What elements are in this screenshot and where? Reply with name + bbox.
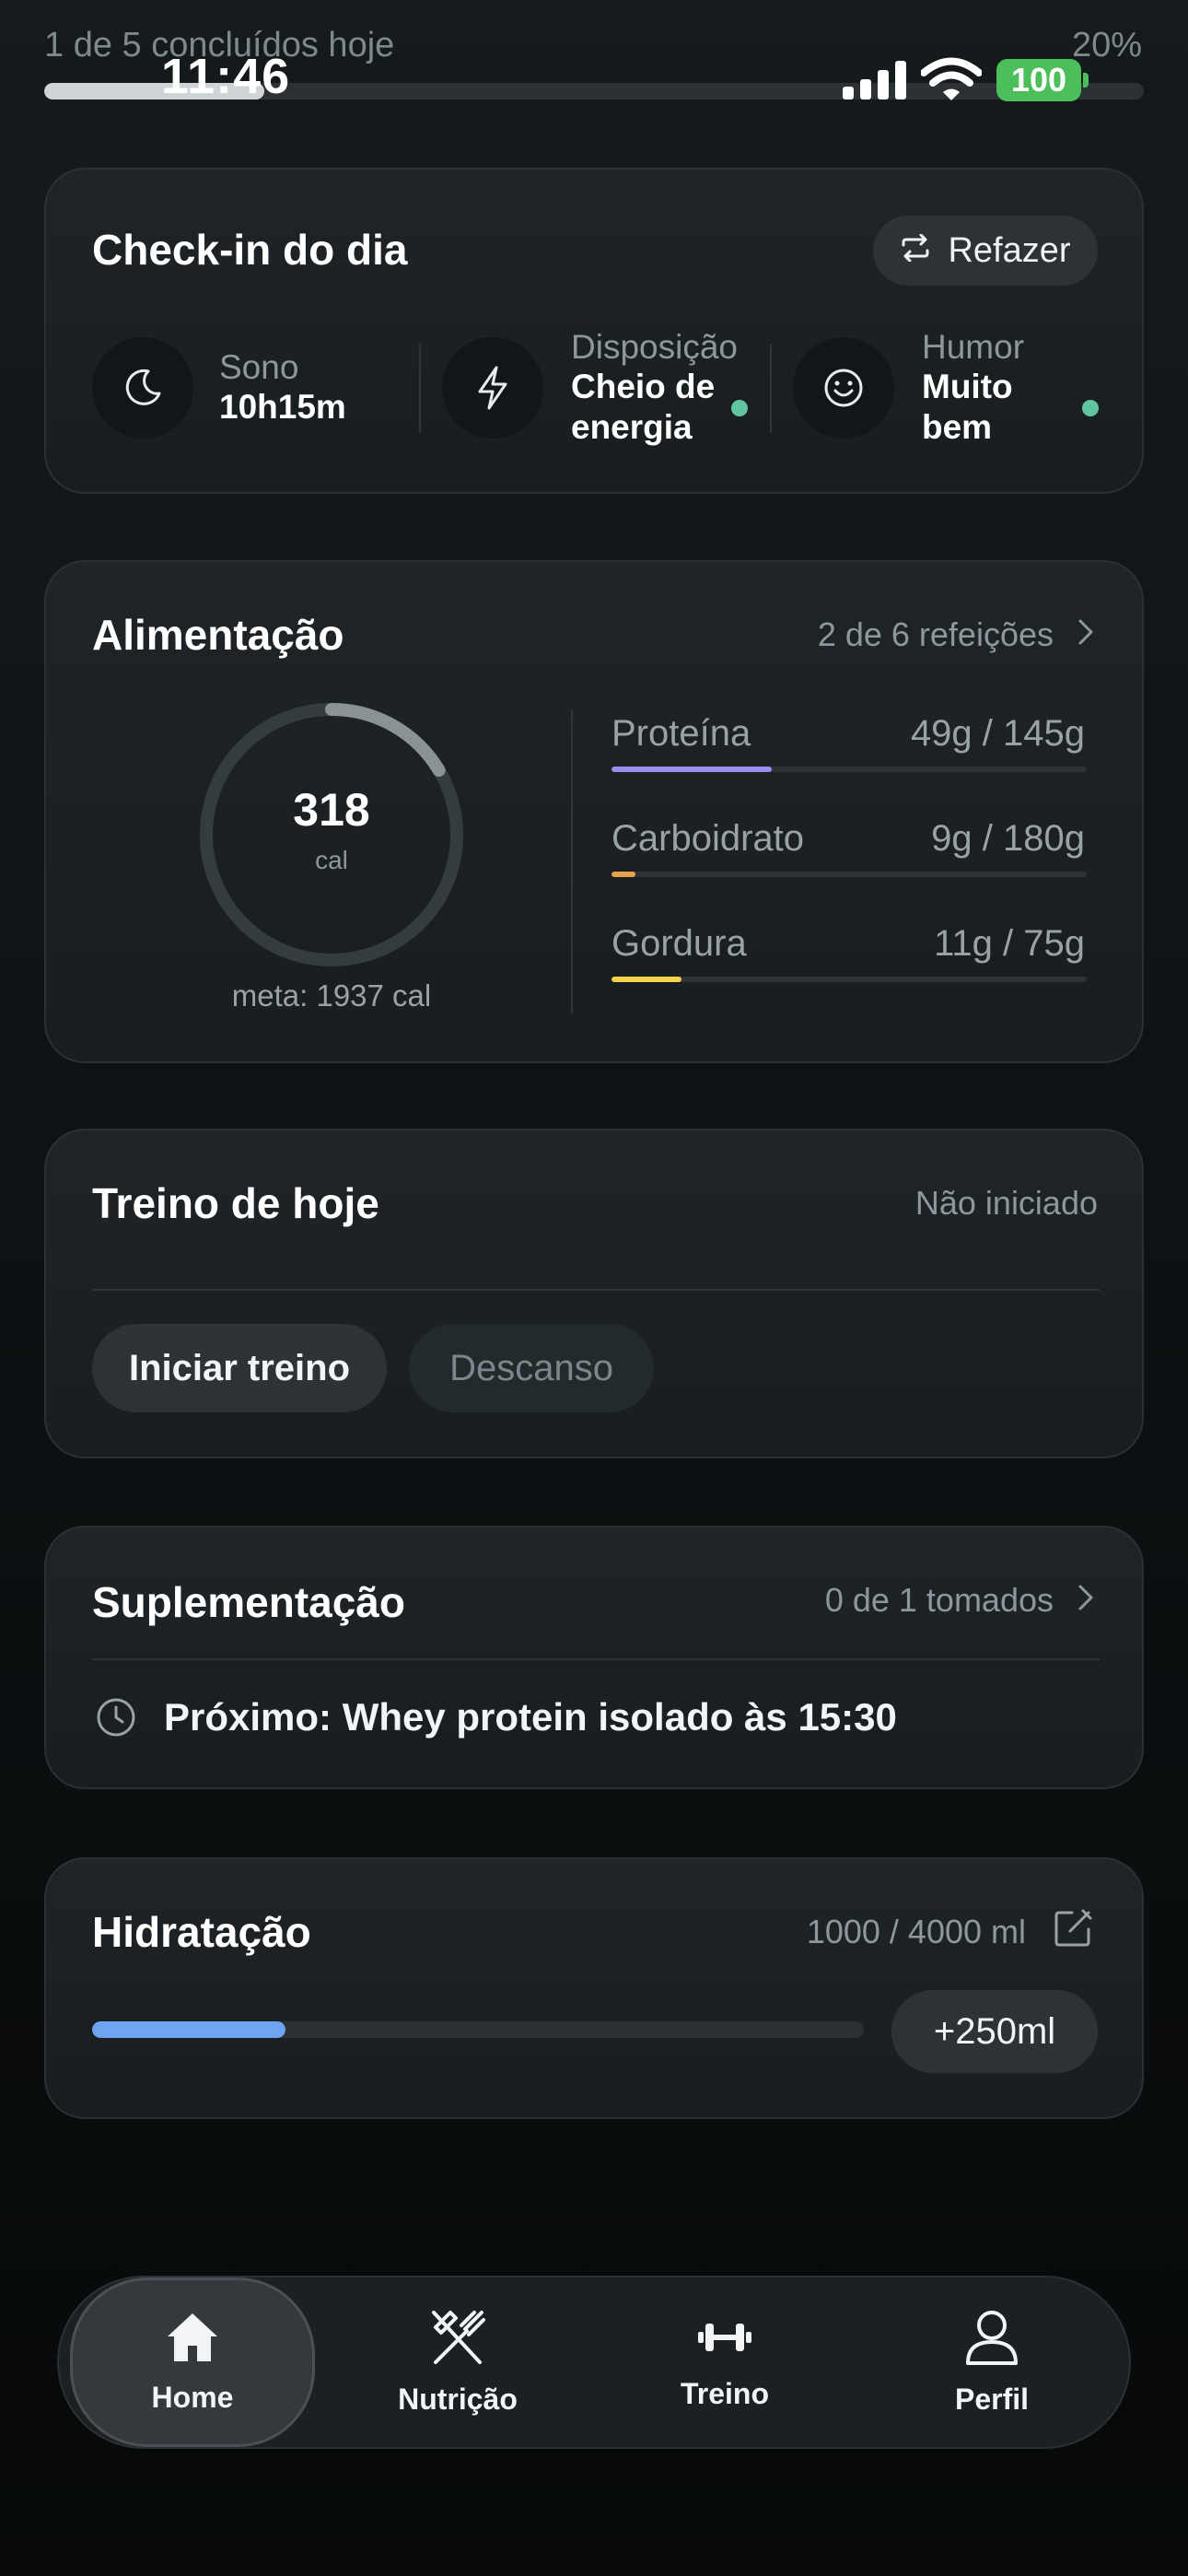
smile-icon bbox=[793, 337, 894, 439]
workout-title: Treino de hoje bbox=[92, 1179, 379, 1227]
macro-protein-value: 49g / 145g bbox=[910, 713, 1085, 754]
nutrition-title: Alimentação bbox=[92, 611, 344, 659]
mood-value-line1: Muito bbox=[922, 368, 1013, 405]
rest-day-button[interactable]: Descanso bbox=[409, 1324, 654, 1412]
macro-protein-bar bbox=[611, 767, 1087, 772]
nav-home-label: Home bbox=[151, 2380, 234, 2414]
calorie-ring bbox=[193, 697, 470, 978]
chevron-right-icon bbox=[1077, 615, 1094, 654]
macro-carb-name: Carboidrato bbox=[611, 818, 805, 859]
user-icon bbox=[964, 2309, 1019, 2373]
mood-label: Humor bbox=[922, 328, 1025, 366]
mood-value-line2: bem bbox=[922, 408, 993, 446]
divider bbox=[419, 345, 421, 433]
divider bbox=[571, 709, 573, 1013]
daily-progress-percent: 20% bbox=[1071, 26, 1142, 64]
macro-protein-name: Proteína bbox=[611, 713, 751, 754]
supplements-taken-label: 0 de 1 tomados bbox=[824, 1581, 1054, 1619]
status-time: 11:46 bbox=[161, 49, 291, 104]
sleep-label: Sono bbox=[219, 348, 299, 386]
hydration-card: Hidratação 1000 / 4000 ml +250ml bbox=[44, 1857, 1144, 2119]
macro-fat-name: Gordura bbox=[611, 923, 747, 964]
macro-fat-bar bbox=[611, 977, 1087, 982]
redo-checkin-button[interactable]: Refazer bbox=[873, 216, 1098, 286]
hydration-title: Hidratação bbox=[92, 1908, 311, 1956]
checkin-title: Check-in do dia bbox=[92, 226, 408, 274]
home-icon bbox=[164, 2311, 221, 2371]
sleep-value: 10h15m bbox=[219, 388, 346, 426]
nav-profile[interactable]: Perfil bbox=[869, 2277, 1114, 2447]
signal-icon bbox=[843, 61, 907, 104]
calorie-goal: meta: 1937 cal bbox=[231, 978, 432, 1013]
utensils-icon bbox=[428, 2309, 487, 2373]
nutrition-card[interactable]: Alimentação 2 de 6 refeições 318 cal met… bbox=[44, 560, 1144, 1063]
nav-home[interactable]: Home bbox=[70, 2277, 315, 2447]
divider bbox=[92, 1289, 1100, 1291]
next-supplement: Próximo: Whey protein isolado às 15:30 bbox=[164, 1695, 897, 1739]
macro-fat-value: 11g / 75g bbox=[934, 923, 1085, 964]
chevron-right-icon bbox=[1077, 1581, 1094, 1620]
bottom-nav: Home Nutrição Treino Perfil bbox=[57, 2276, 1131, 2449]
macro-carb-bar bbox=[611, 872, 1087, 877]
macro-carb-fill bbox=[611, 872, 635, 877]
meals-label: 2 de 6 refeições bbox=[817, 615, 1054, 653]
hydration-bar bbox=[92, 2021, 864, 2038]
macro-fat-fill bbox=[611, 977, 681, 982]
lightning-icon bbox=[442, 337, 543, 439]
battery-cap bbox=[1083, 73, 1089, 88]
energy-value-line2: energia bbox=[571, 408, 693, 446]
calories-unit: cal bbox=[315, 846, 348, 874]
edit-icon[interactable] bbox=[1052, 1907, 1094, 1954]
divider bbox=[770, 345, 772, 433]
add-water-button[interactable]: +250ml bbox=[891, 1990, 1098, 2073]
supplements-title: Suplementação bbox=[92, 1578, 405, 1626]
divider bbox=[92, 1658, 1100, 1660]
macro-protein-fill bbox=[611, 767, 773, 772]
battery-icon: 100 bbox=[996, 59, 1081, 101]
redo-label: Refazer bbox=[948, 230, 1071, 270]
start-workout-button[interactable]: Iniciar treino bbox=[92, 1324, 387, 1412]
hydration-fill bbox=[92, 2021, 285, 2038]
nav-profile-label: Perfil bbox=[954, 2382, 1030, 2416]
supplements-card[interactable]: Suplementação 0 de 1 tomados Próximo: Wh… bbox=[44, 1526, 1144, 1789]
nav-workout[interactable]: Treino bbox=[602, 2277, 847, 2447]
energy-value-line1: Cheio de bbox=[571, 368, 716, 405]
dumbbell-icon bbox=[694, 2314, 755, 2368]
calories-value: 318 bbox=[293, 784, 370, 836]
checkin-card: Check-in do dia Refazer Sono 10h15m Disp… bbox=[44, 168, 1144, 494]
mood-status-dot bbox=[1082, 400, 1099, 416]
hydration-amount: 1000 / 4000 ml bbox=[806, 1913, 1026, 1950]
energy-status-dot bbox=[731, 400, 748, 416]
nav-nutrition[interactable]: Nutrição bbox=[335, 2277, 580, 2447]
energy-label: Disposição bbox=[571, 328, 738, 366]
nav-workout-label: Treino bbox=[680, 2376, 769, 2410]
meals-link[interactable]: 2 de 6 refeições bbox=[818, 615, 1094, 654]
clock-icon bbox=[96, 1697, 136, 1742]
moon-icon bbox=[92, 337, 193, 439]
workout-status: Não iniciado bbox=[914, 1184, 1098, 1222]
wifi-icon bbox=[920, 57, 983, 106]
workout-card: Treino de hoje Não iniciado Iniciar trei… bbox=[44, 1129, 1144, 1458]
repeat-icon bbox=[900, 231, 931, 271]
supplements-link[interactable]: 0 de 1 tomados bbox=[825, 1581, 1094, 1620]
nav-nutrition-label: Nutrição bbox=[398, 2382, 518, 2416]
macro-carb-value: 9g / 180g bbox=[931, 818, 1085, 859]
